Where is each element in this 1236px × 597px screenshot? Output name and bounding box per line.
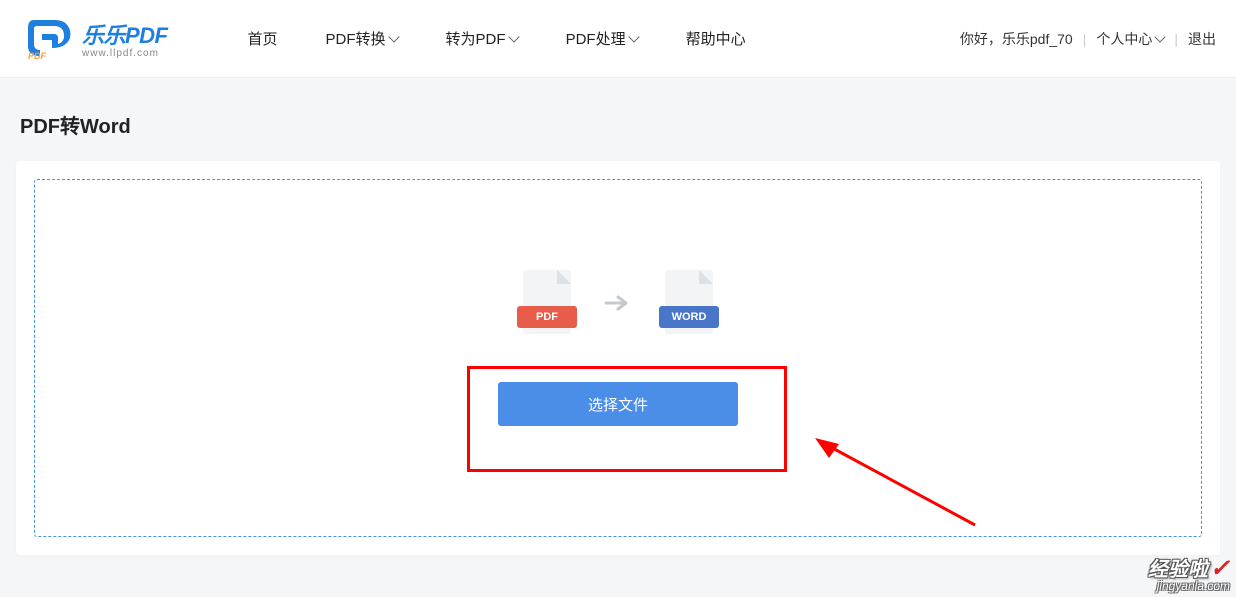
watermark: 经验啦✓ jingyanla.com [1148,553,1230,593]
page-title: PDF转Word [20,110,1220,139]
logo-icon: PDF [26,18,76,60]
nav-home-label: 首页 [248,28,278,49]
dropzone[interactable]: PDF WORD 选择文件 [34,179,1202,537]
nav-help-center-label: 帮助中心 [686,28,746,49]
content: PDF转Word PDF [0,78,1236,555]
nav-pdf-process-label: PDF处理 [566,28,626,49]
logout-label: 退出 [1188,29,1216,49]
arrow-right-icon [603,288,633,318]
chevron-down-icon [628,31,639,42]
divider: | [1083,31,1087,47]
nav-pdf-process[interactable]: PDF处理 [566,28,638,49]
svg-text:PDF: PDF [28,51,47,60]
chevron-down-icon [388,31,399,42]
upload-card: PDF WORD 选择文件 [16,161,1220,555]
annotation-arrow [795,430,985,530]
nav-to-pdf-label: 转为PDF [446,28,506,49]
watermark-sub-text: jingyanla.com [1148,579,1230,593]
select-file-button[interactable]: 选择文件 [498,382,738,426]
personal-center-link[interactable]: 个人中心 [1096,29,1164,49]
nav-pdf-convert[interactable]: PDF转换 [326,28,398,49]
user-greeting: 你好，乐乐pdf_70 [960,29,1073,49]
logout-link[interactable]: 退出 [1188,29,1216,49]
file-conversion-icons: PDF WORD [517,270,719,346]
pdf-file-icon: PDF [517,270,577,346]
user-section: 你好，乐乐pdf_70 | 个人中心 | 退出 [960,29,1216,49]
logo[interactable]: PDF 乐乐PDF www.llpdf.com [26,18,168,60]
word-file-icon: WORD [659,270,719,346]
nav-home[interactable]: 首页 [248,28,278,49]
nav-pdf-convert-label: PDF转换 [326,28,386,49]
pdf-label: PDF [517,306,577,328]
nav-help-center[interactable]: 帮助中心 [686,28,746,49]
logo-text-sub: www.llpdf.com [82,48,168,59]
word-label: WORD [659,306,719,328]
chevron-down-icon [1155,31,1166,42]
check-icon: ✓ [1210,555,1230,582]
divider: | [1174,31,1178,47]
personal-center-label: 个人中心 [1096,29,1152,49]
watermark-main-text: 经验啦 [1148,559,1208,581]
nav-to-pdf[interactable]: 转为PDF [446,28,518,49]
logo-text-main: 乐乐PDF [82,18,168,50]
chevron-down-icon [508,31,519,42]
header: PDF 乐乐PDF www.llpdf.com 首页 PDF转换 转为PDF P… [0,0,1236,78]
main-nav: 首页 PDF转换 转为PDF PDF处理 帮助中心 [248,28,746,49]
